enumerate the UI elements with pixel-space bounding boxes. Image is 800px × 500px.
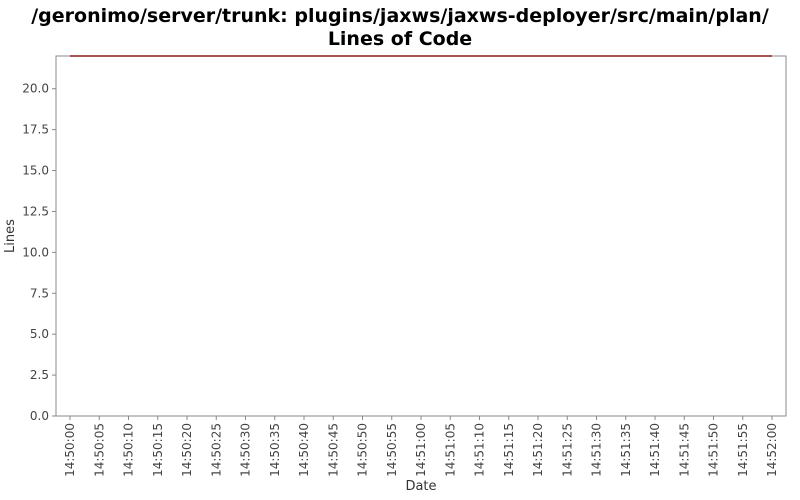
x-tick-label: 14:52:00 [765, 423, 779, 477]
x-tick-label: 14:51:50 [707, 423, 721, 477]
x-tick-label: 14:51:45 [677, 423, 691, 477]
x-tick-label: 14:51:30 [590, 423, 604, 477]
x-tick-label: 14:50:50 [356, 423, 370, 477]
x-tick-label: 14:51:05 [443, 423, 457, 477]
x-tick-label: 14:51:55 [736, 423, 750, 477]
y-tick-label: 2.5 [30, 368, 49, 382]
y-tick-label: 0.0 [30, 409, 49, 423]
x-tick-label: 14:50:25 [209, 423, 223, 477]
x-axis-label: Date [405, 479, 436, 494]
y-tick-label: 5.0 [30, 327, 49, 341]
y-tick-label: 20.0 [22, 82, 49, 96]
x-tick-label: 14:50:35 [268, 423, 282, 477]
y-tick-label: 7.5 [30, 286, 49, 300]
x-tick-label: 14:50:00 [63, 423, 77, 477]
y-axis-label: Lines [3, 219, 18, 253]
x-tick-label: 14:50:55 [385, 423, 399, 477]
x-tick-label: 14:51:20 [531, 423, 545, 477]
x-axis: 14:50:00 14:50:05 14:50:10 14:50:15 14:50:20… [63, 416, 779, 477]
x-tick-label: 14:50:05 [92, 423, 106, 477]
y-tick-label: 12.5 [22, 204, 49, 218]
y-axis: 0.0 2.5 5.0 7.5 10.0 12.5 15.0 17.5 20.0 [22, 82, 56, 423]
x-tick-label: 14:50:45 [326, 423, 340, 477]
x-tick-label: 14:50:30 [239, 423, 253, 477]
x-tick-label: 14:51:35 [619, 423, 633, 477]
x-tick-label: 14:50:15 [151, 423, 165, 477]
x-tick-label: 14:50:10 [122, 423, 136, 477]
line-chart: 0.0 2.5 5.0 7.5 10.0 12.5 15.0 17.5 20.0 14:50:0… [3, 55, 787, 494]
y-tick-label: 15.0 [22, 164, 49, 178]
x-tick-label: 14:51:00 [414, 423, 428, 477]
y-tick-label: 17.5 [22, 123, 49, 137]
y-tick-label: 10.0 [22, 245, 49, 259]
x-tick-label: 14:50:20 [180, 423, 194, 477]
x-tick-label: 14:50:40 [297, 423, 311, 477]
x-tick-label: 14:51:15 [502, 423, 516, 477]
x-tick-label: 14:51:25 [560, 423, 574, 477]
x-tick-label: 14:51:40 [648, 423, 662, 477]
x-tick-label: 14:51:10 [473, 423, 487, 477]
chart-root: /geronimo/server/trunk: plugins/jaxws/ja… [0, 0, 800, 500]
plot-area [55, 55, 787, 417]
